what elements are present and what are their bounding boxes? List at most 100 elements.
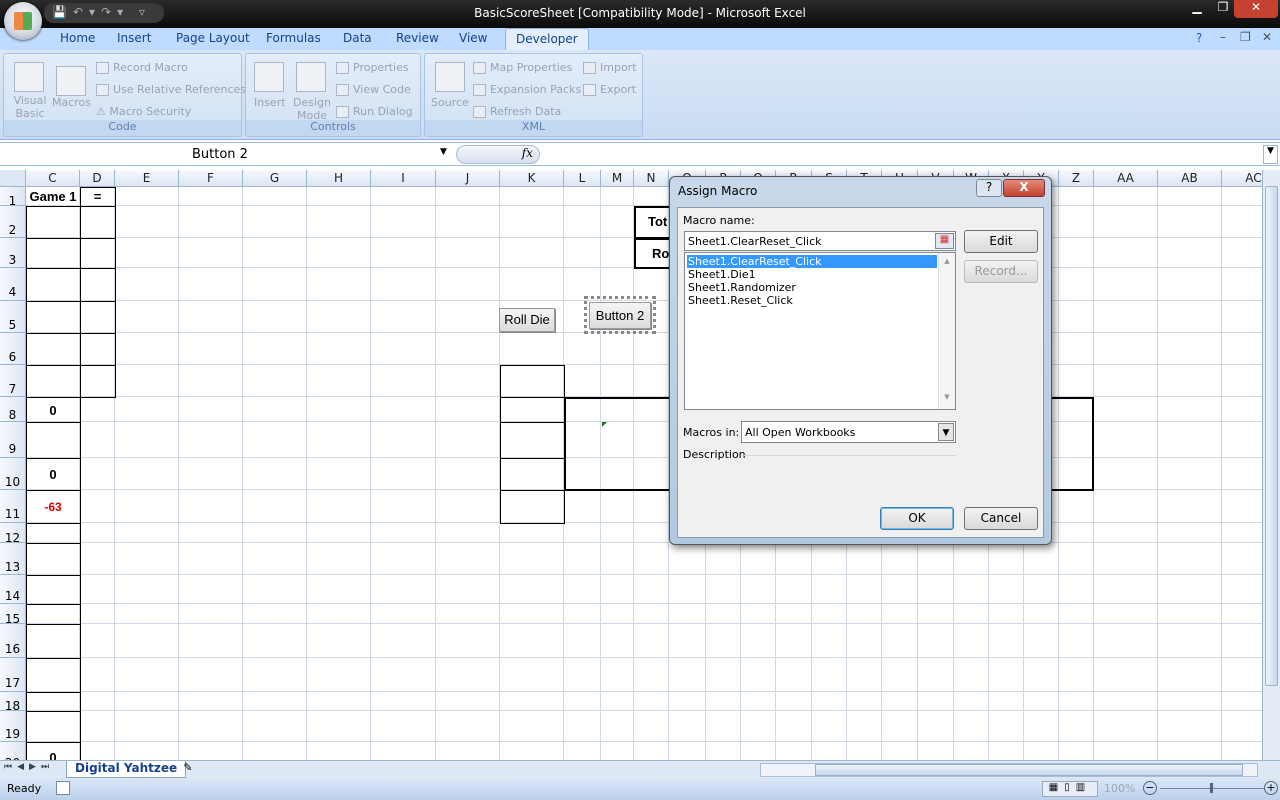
zoom-slider-thumb[interactable]	[1210, 783, 1213, 793]
quick-access-toolbar[interactable]: 💾↶▾↷▾ ▿	[44, 3, 164, 23]
row-header-13[interactable]: 13	[0, 543, 26, 575]
source-button[interactable]: Source	[431, 96, 469, 109]
cancel-button[interactable]: Cancel	[964, 507, 1038, 530]
export-button[interactable]: Export	[583, 83, 636, 96]
button-2[interactable]: Button 2	[589, 302, 651, 329]
row-header-6[interactable]: 6	[0, 333, 26, 365]
formula-input[interactable]	[542, 145, 1262, 165]
macro-list-item[interactable]: Sheet1.Randomizer	[687, 281, 937, 294]
macros-button[interactable]: Macros	[52, 96, 91, 109]
collapse-dialog-icon[interactable]: ▦	[935, 233, 954, 249]
record-macro-button[interactable]: Record Macro	[96, 61, 188, 74]
vertical-scrollbar[interactable]	[1262, 170, 1280, 760]
row-header-3[interactable]: 3	[0, 238, 26, 268]
roll-die-button[interactable]: Roll Die	[499, 308, 555, 332]
macro-list-item[interactable]: Sheet1.ClearReset_Click	[687, 255, 937, 268]
expansion-packs-button[interactable]: Expansion Packs	[473, 83, 581, 96]
cell-C11[interactable]: -63	[26, 500, 80, 514]
help-icon[interactable]: ?	[1196, 31, 1202, 45]
macros-in-select[interactable]: All Open Workbooks ▼	[741, 421, 956, 443]
tab-insert[interactable]: Insert	[117, 31, 151, 45]
tab-formulas[interactable]: Formulas	[266, 31, 321, 45]
macro-list[interactable]: Sheet1.ClearReset_Click Sheet1.Die1 Sheet1…	[684, 252, 956, 410]
import-button[interactable]: Import	[583, 61, 637, 74]
column-header-I[interactable]: I	[371, 170, 436, 187]
column-header-E[interactable]: E	[115, 170, 179, 187]
view-code-button[interactable]: View Code	[336, 83, 411, 96]
zoom-level[interactable]: 100%	[1104, 782, 1135, 795]
design-mode-button[interactable]: Design Mode	[292, 96, 332, 122]
cell-C10[interactable]: 0	[26, 467, 80, 482]
tab-developer[interactable]: Developer	[505, 28, 589, 50]
cell-N2[interactable]: Tot	[648, 214, 667, 229]
row-header-19[interactable]: 19	[0, 711, 26, 742]
column-header-K[interactable]: K	[500, 170, 564, 187]
dialog-help-button[interactable]: ?	[976, 179, 1002, 197]
column-header-AA[interactable]: AA	[1094, 170, 1158, 187]
column-header-M[interactable]: M	[601, 170, 634, 187]
column-header-AC[interactable]: AC	[1222, 170, 1262, 187]
column-header-N[interactable]: N	[634, 170, 669, 187]
refresh-data-button[interactable]: Refresh Data	[473, 105, 561, 118]
tab-review[interactable]: Review	[396, 31, 439, 45]
column-header-G[interactable]: G	[243, 170, 307, 187]
run-dialog-button[interactable]: Run Dialog	[336, 105, 413, 118]
row-header-9[interactable]: 9	[0, 422, 26, 458]
tab-data[interactable]: Data	[343, 31, 372, 45]
cell-C20[interactable]: 0	[26, 750, 80, 760]
view-buttons[interactable]: ▦▯▥	[1042, 781, 1098, 797]
map-properties-button[interactable]: Map Properties	[473, 61, 572, 74]
dialog-close-button[interactable]: X	[1003, 179, 1045, 197]
ribbon-restore-icon[interactable]: ❐	[1240, 30, 1251, 44]
macro-name-input[interactable]: Sheet1.ClearReset_Click ▦	[684, 231, 956, 251]
column-header-AB[interactable]: AB	[1158, 170, 1222, 187]
column-header-Z[interactable]: Z	[1059, 170, 1094, 187]
insert-function-button[interactable]: fx	[456, 145, 540, 164]
ok-button[interactable]: OK	[880, 507, 954, 530]
macro-list-item[interactable]: Sheet1.Die1	[687, 268, 937, 281]
tab-home[interactable]: Home	[60, 31, 95, 45]
macro-list-scrollbar[interactable]: ▲ ▼	[938, 253, 955, 409]
horizontal-scrollbar[interactable]	[760, 763, 1258, 777]
column-header-L[interactable]: L	[564, 170, 601, 187]
row-header-18[interactable]: 18	[0, 692, 26, 713]
column-header-J[interactable]: J	[436, 170, 500, 187]
sheet-navigation-buttons[interactable]: ⏮◀▶⏭	[4, 762, 54, 772]
row-header-11[interactable]: 11	[0, 490, 26, 523]
row-header-10[interactable]: 10	[0, 458, 26, 490]
row-header-7[interactable]: 7	[0, 365, 26, 397]
cell-C1[interactable]: Game 1	[26, 189, 80, 204]
column-header-D[interactable]: D	[80, 170, 115, 187]
cell-D1[interactable]: =	[80, 189, 115, 204]
row-header-20[interactable]: 20	[0, 742, 26, 760]
tab-view[interactable]: View	[459, 31, 487, 45]
ribbon-close-icon[interactable]: ✕	[1262, 30, 1272, 44]
edit-button[interactable]: Edit	[964, 230, 1038, 253]
restore-button[interactable]: ❐	[1210, 0, 1236, 18]
properties-button[interactable]: Properties	[336, 61, 409, 74]
minimize-button[interactable]: ▁	[1184, 0, 1210, 18]
ribbon-minimize-icon[interactable]: –	[1220, 30, 1226, 44]
row-header-17[interactable]: 17	[0, 658, 26, 692]
horizontal-scroll-thumb[interactable]	[815, 764, 1243, 776]
cell-N3[interactable]: Ro	[652, 246, 669, 261]
insert-controls-button[interactable]: Insert	[254, 96, 286, 109]
macro-list-item[interactable]: Sheet1.Reset_Click	[687, 294, 937, 307]
row-header-4[interactable]: 4	[0, 268, 26, 301]
column-header-H[interactable]: H	[307, 170, 371, 187]
vertical-scroll-thumb[interactable]	[1265, 186, 1278, 686]
dropdown-arrow-icon[interactable]: ▼	[938, 423, 954, 441]
zoom-in-icon[interactable]: +	[1264, 781, 1278, 795]
row-header-14[interactable]: 14	[0, 575, 26, 604]
cell-C8[interactable]: 0	[26, 403, 80, 418]
scroll-down-icon[interactable]: ▼	[939, 393, 955, 401]
use-relative-references-button[interactable]: Use Relative References	[96, 83, 246, 96]
visual-basic-button[interactable]: Visual Basic	[10, 94, 50, 120]
row-header-5[interactable]: 5	[0, 301, 26, 333]
scroll-up-icon[interactable]: ▲	[939, 257, 955, 265]
close-button[interactable]: ✕	[1234, 0, 1278, 18]
row-header-1[interactable]: 1	[0, 187, 26, 208]
name-box-dropdown-icon[interactable]: ▼	[440, 147, 447, 157]
row-header-8[interactable]: 8	[0, 397, 26, 422]
insert-sheet-icon[interactable]: ✎	[176, 761, 200, 778]
